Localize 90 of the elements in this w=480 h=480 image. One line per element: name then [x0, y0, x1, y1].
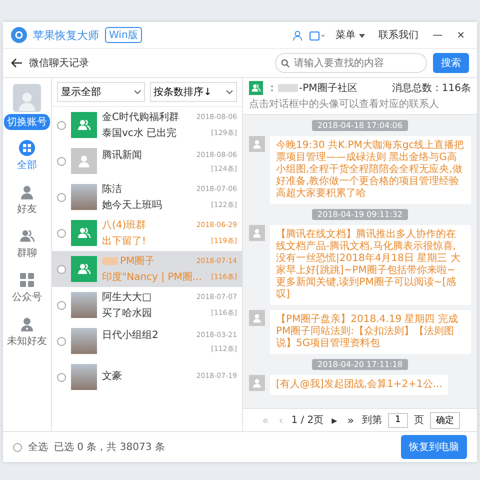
contact-link[interactable]: 联系我们: [374, 28, 423, 42]
chat-title: 文豪: [102, 370, 122, 383]
goto-label: 到第: [362, 414, 382, 427]
nav-item[interactable]: 公众号: [12, 270, 42, 306]
message-bubble: 【腾讯在线文档】腾讯推出多人协作的在线文档产品-腾讯文档,马化腾表示很惊喜,没有一丝恐慌|2018年4月18日 星期三 大家早上好[跳跳]~PM圈子包括带你来啦~更多新闻关键,读到PM圈子可以阅读~[感叹]: [270, 225, 471, 305]
device-icon[interactable]: [309, 30, 326, 40]
edition-badge: Win版: [105, 27, 142, 43]
person-question-icon: [19, 316, 35, 332]
radio-button[interactable]: [57, 120, 66, 130]
people-icon: [77, 226, 91, 240]
radio-button[interactable]: [57, 264, 66, 274]
minimize-button[interactable]: —: [428, 30, 447, 40]
radio-button[interactable]: [57, 300, 66, 310]
chat-title: 金C时代购福利群: [102, 110, 179, 124]
person-icon: [19, 184, 35, 200]
radio-button[interactable]: [57, 336, 66, 346]
sender-avatar[interactable]: [249, 225, 265, 241]
radio-button[interactable]: [13, 442, 22, 452]
chat-preview: 她今天上班吗: [102, 198, 162, 212]
message-bubble: 今晚19:30 共K.PM大咖海东gc线上直播把票项目管理——成碌法则 黑出金络与G高小组图,全程干货全程陪陪会全程无应央,做好准备,教你做一个更合格的项目管理经验高超大家要积累了哈: [270, 136, 471, 204]
selection-summary: 已选 0 条，共 38073 条: [54, 440, 165, 454]
radio-button[interactable]: [57, 192, 66, 202]
nav-item[interactable]: 群聊: [17, 226, 37, 262]
select-all-label[interactable]: 全选: [28, 440, 48, 454]
nav-item[interactable]: 好友: [17, 182, 37, 218]
chat-name: ： -PM圈子社区: [267, 82, 358, 95]
chat-title: 八(4)班群: [102, 218, 146, 232]
timestamp: 2018-04-19 09:11:32: [312, 209, 408, 220]
back-arrow-icon[interactable]: [11, 58, 23, 68]
app-name: 苹果恢复大师: [33, 28, 99, 42]
chat-title: PM圈子: [102, 254, 155, 268]
chat-title: 腾讯新闻: [102, 148, 142, 162]
restore-button[interactable]: 恢复到电脑: [401, 435, 467, 459]
radio-button[interactable]: [57, 228, 66, 238]
chat-preview: 出下留了!: [102, 234, 146, 248]
account-avatar[interactable]: [13, 84, 41, 112]
sender-avatar[interactable]: [249, 310, 265, 326]
page-indicator: 1 / 2页: [291, 414, 324, 427]
logo-icon: [11, 27, 27, 43]
page-title: 微信聊天记录: [29, 57, 89, 70]
search-button[interactable]: 搜索: [433, 53, 469, 73]
person-icon: [16, 90, 38, 112]
filter-dropdown[interactable]: 显示全部: [57, 82, 144, 102]
people-icon: [77, 262, 91, 276]
radio-button[interactable]: [57, 156, 66, 166]
person-icon: [77, 154, 91, 168]
switch-account-button[interactable]: 切换账号: [4, 114, 50, 130]
message-bubble: [有人@我]发起团战,会算1+2+1公...: [270, 375, 448, 395]
caret-icon: [358, 34, 365, 38]
grid-icon: [19, 272, 35, 288]
chevron-down-icon: [134, 90, 140, 94]
message-total: 消息总数：116条: [392, 82, 471, 95]
person-icon: [252, 378, 262, 388]
chat-title: 陈洁: [102, 182, 122, 196]
person-icon: [252, 313, 262, 323]
search-icon: [281, 58, 290, 68]
pager-button[interactable]: ▸: [330, 414, 340, 426]
photo-placeholder: [71, 328, 97, 354]
chat-preview: 印度"Nancy | PM圈...: [102, 270, 202, 284]
message-bubble: 【PM圈子盘亲】2018.4.19 星期四 完成PM圈子同站法则:【众扣法则】【法则图说】5G项目管理资料包: [270, 310, 471, 354]
sender-avatar[interactable]: [249, 136, 265, 152]
nav-item[interactable]: 全部: [17, 138, 37, 174]
photo-placeholder: [71, 292, 97, 318]
person-icon: [252, 228, 262, 238]
timestamp: 2018-04-18 17:04:06: [312, 120, 408, 131]
close-button[interactable]: ×: [452, 30, 469, 40]
photo-placeholder: [71, 184, 97, 210]
people-icon: [19, 228, 35, 244]
search-field[interactable]: 请输入要查找的内容: [275, 53, 427, 73]
confirm-button[interactable]: 确定: [430, 412, 460, 428]
person-icon: [252, 139, 262, 149]
timestamp: 2018-04-20 17:11:18: [312, 359, 408, 370]
user-icon[interactable]: [292, 30, 304, 40]
page-unit: 页: [414, 414, 424, 427]
filter-dropdown[interactable]: 按条数排序↓: [150, 82, 237, 102]
chat-preview: 买了哈水园: [102, 306, 152, 320]
chevron-down-icon: [226, 90, 233, 94]
radio-button[interactable]: [57, 372, 66, 382]
sender-avatar[interactable]: [249, 375, 265, 391]
hint-text: 点击对话框中的头像可以查看对应的联系人: [249, 98, 440, 111]
people-icon: [77, 118, 91, 132]
photo-placeholder: [71, 364, 97, 390]
chat-title: 日代小组组2: [102, 328, 158, 342]
grid-icon: [19, 140, 35, 156]
chat-preview: 泰国vc水 已出完: [102, 126, 177, 140]
nav-item[interactable]: 未知好友: [7, 314, 47, 350]
page-input[interactable]: 1: [388, 412, 408, 428]
menu-button[interactable]: 菜单: [331, 28, 369, 42]
chat-title: 阿生大大□: [102, 290, 152, 304]
pager-button[interactable]: »: [345, 414, 356, 426]
